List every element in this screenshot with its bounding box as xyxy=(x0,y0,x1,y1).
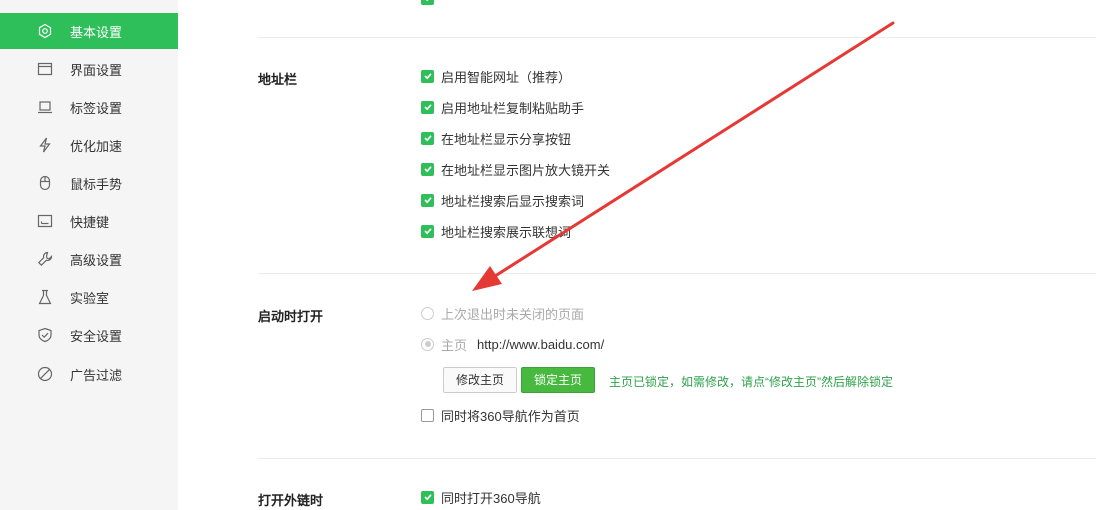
sidebar-item-label: 鼠标手势 xyxy=(70,176,123,192)
radio-home-page[interactable]: 主页 http://www.baidu.com/ xyxy=(421,334,604,354)
lock-status-note: 主页已锁定，如需修改，请点“修改主页”然后解除锁定 xyxy=(609,375,893,389)
checkbox[interactable] xyxy=(421,69,434,83)
settings-content: 地址栏 启用智能网址（推荐） 启用地址栏复制粘贴助手 在地址栏显示分享按钮 在地… xyxy=(178,0,1096,510)
lightning-icon xyxy=(37,137,53,153)
clipped-option-row[interactable] xyxy=(421,0,441,8)
sidebar-item-mouse-gestures[interactable]: 鼠标手势 xyxy=(0,165,178,201)
sidebar-item-label: 快捷键 xyxy=(70,214,110,230)
option-open-360-nav[interactable]: 同时打开360导航 xyxy=(421,487,541,507)
sidebar-item-tab-settings[interactable]: 标签设置 xyxy=(0,89,178,125)
option-label: 启用地址栏复制粘贴助手 xyxy=(441,100,585,116)
option-label: 同时将360导航作为首页 xyxy=(441,408,580,424)
option-smart-url[interactable]: 启用智能网址（推荐） xyxy=(421,66,571,86)
sidebar-item-interface-settings[interactable]: 界面设置 xyxy=(0,51,178,87)
checkbox[interactable] xyxy=(421,193,434,207)
sidebar-item-label: 优化加速 xyxy=(70,138,123,154)
sidebar-item-ad-filter[interactable]: 广告过滤 xyxy=(0,356,178,392)
radio-button[interactable] xyxy=(421,306,434,320)
option-label: 地址栏搜索展示联想词 xyxy=(441,224,572,240)
divider xyxy=(258,273,1096,274)
checkbox[interactable] xyxy=(421,100,434,114)
home-url: http://www.baidu.com/ xyxy=(477,336,605,352)
radio-label: 主页 xyxy=(441,337,468,353)
option-360-nav-homepage[interactable]: 同时将360导航作为首页 xyxy=(421,405,580,425)
option-show-search-term[interactable]: 地址栏搜索后显示搜索词 xyxy=(421,190,584,210)
shield-icon xyxy=(37,327,53,343)
sidebar-item-basic-settings[interactable]: 基本设置 xyxy=(0,13,178,49)
checkbox[interactable] xyxy=(421,0,434,5)
option-label: 同时打开360导航 xyxy=(441,490,541,506)
radio-button[interactable] xyxy=(421,337,434,351)
section-title-startup: 启动时打开 xyxy=(258,309,324,324)
tab-icon xyxy=(37,99,53,115)
checkbox[interactable] xyxy=(421,408,434,422)
divider xyxy=(258,458,1096,459)
sidebar-item-label: 实验室 xyxy=(70,290,110,306)
divider xyxy=(258,37,1096,38)
option-label: 在地址栏显示图片放大镜开关 xyxy=(441,162,611,178)
wrench-icon xyxy=(37,251,53,267)
option-label: 在地址栏显示分享按钮 xyxy=(441,131,572,147)
radio-last-session[interactable]: 上次退出时未关闭的页面 xyxy=(421,303,584,323)
checkbox[interactable] xyxy=(421,224,434,238)
sidebar-item-label: 界面设置 xyxy=(70,62,123,78)
gear-icon xyxy=(37,23,53,39)
sidebar-item-label: 高级设置 xyxy=(70,252,123,268)
checkbox[interactable] xyxy=(421,162,434,176)
checkbox[interactable] xyxy=(421,490,434,504)
option-label: 地址栏搜索后显示搜索词 xyxy=(441,193,585,209)
sidebar-item-optimization[interactable]: 优化加速 xyxy=(0,127,178,163)
option-search-suggestions[interactable]: 地址栏搜索展示联想词 xyxy=(421,221,571,241)
sidebar-item-shortcuts[interactable]: 快捷键 xyxy=(0,203,178,239)
option-label: 启用智能网址（推荐） xyxy=(441,69,572,85)
sidebar-item-lab[interactable]: 实验室 xyxy=(0,279,178,315)
keyboard-icon xyxy=(37,213,53,229)
lock-home-button[interactable]: 锁定主页 xyxy=(521,367,596,393)
option-share-button[interactable]: 在地址栏显示分享按钮 xyxy=(421,128,571,148)
mouse-icon xyxy=(37,175,53,191)
sidebar-item-label: 基本设置 xyxy=(70,24,123,40)
sidebar-item-security-settings[interactable]: 安全设置 xyxy=(0,317,178,353)
radio-label: 上次退出时未关闭的页面 xyxy=(441,306,585,322)
option-copy-paste-helper[interactable]: 启用地址栏复制粘贴助手 xyxy=(421,97,584,117)
checkbox[interactable] xyxy=(421,131,434,145)
block-icon xyxy=(37,366,53,382)
section-title-address-bar: 地址栏 xyxy=(258,72,298,87)
sidebar-item-label: 安全设置 xyxy=(70,328,123,344)
section-title-external-link: 打开外链时 xyxy=(258,493,324,508)
flask-icon xyxy=(37,289,53,305)
modify-home-button[interactable]: 修改主页 xyxy=(443,367,518,393)
sidebar: 基本设置 界面设置 标签设置 优化加速 鼠标手势 快捷键 高级设置 实验室 安全… xyxy=(0,0,178,510)
sidebar-item-advanced-settings[interactable]: 高级设置 xyxy=(0,241,178,277)
sidebar-item-label: 标签设置 xyxy=(70,100,123,116)
sidebar-item-label: 广告过滤 xyxy=(70,367,123,383)
option-image-magnifier[interactable]: 在地址栏显示图片放大镜开关 xyxy=(421,159,610,179)
window-icon xyxy=(37,61,53,77)
